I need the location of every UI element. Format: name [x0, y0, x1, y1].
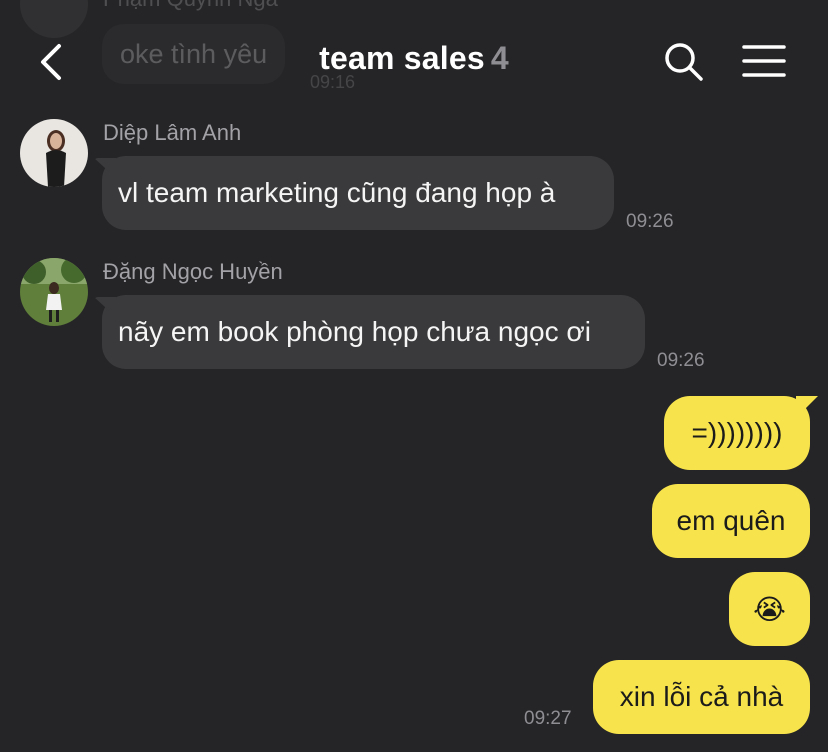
- message-bubble[interactable]: 😭: [729, 572, 810, 646]
- message-time: 09:26: [657, 350, 705, 371]
- profile-photo: [20, 258, 88, 326]
- sender-name: Diệp Lâm Anh: [103, 120, 242, 145]
- message-time: 09:26: [626, 211, 674, 232]
- message-bubble[interactable]: vl team marketing cũng đang họp à: [102, 156, 614, 230]
- menu-button[interactable]: [740, 42, 788, 82]
- search-button[interactable]: [662, 40, 706, 84]
- sender-name: Đặng Ngọc Huyền: [103, 259, 283, 284]
- hamburger-menu-icon: [742, 45, 786, 77]
- chat-header: team sales 4: [0, 0, 828, 110]
- avatar[interactable]: [20, 119, 88, 187]
- message-bubble[interactable]: =)))))))): [664, 396, 810, 470]
- avatar[interactable]: [20, 258, 88, 326]
- message-time: 09:27: [524, 708, 572, 729]
- message-bubble[interactable]: nãy em book phòng họp chưa ngọc ơi: [102, 295, 645, 369]
- group-name: team sales: [319, 40, 485, 76]
- profile-photo: [20, 119, 88, 187]
- message-bubble[interactable]: em quên: [652, 484, 810, 558]
- search-icon: [665, 43, 703, 81]
- message-bubble[interactable]: xin lỗi cả nhà: [593, 660, 810, 734]
- member-count: 4: [490, 40, 509, 76]
